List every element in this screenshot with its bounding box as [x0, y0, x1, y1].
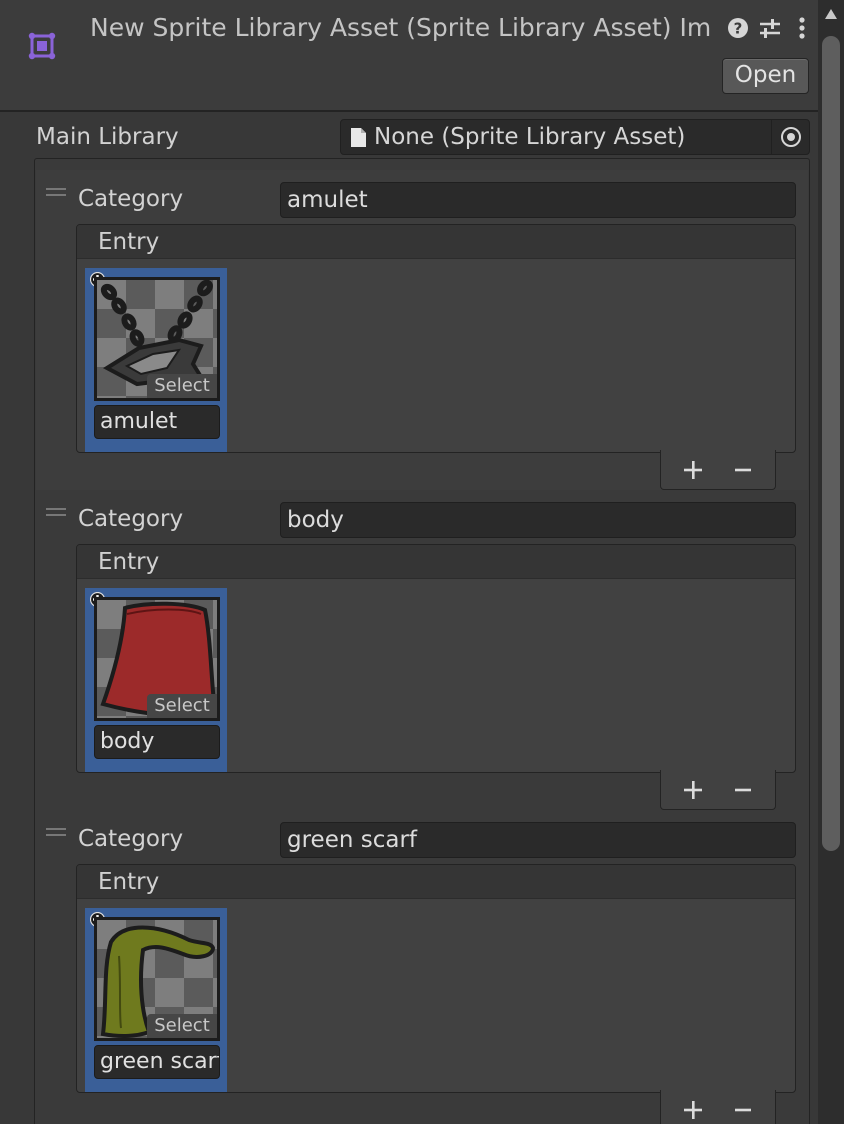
- minus-icon[interactable]: [731, 1098, 755, 1122]
- scrollbar-thumb[interactable]: [822, 36, 840, 851]
- inspector-header: New Sprite Library Asset (Sprite Library…: [0, 0, 818, 112]
- category-label: Category: [78, 506, 184, 532]
- entry-list: Entry Select amulet: [76, 224, 796, 453]
- list-footer: [660, 1090, 776, 1124]
- object-picker-icon: [781, 127, 801, 147]
- inspector-title: New Sprite Library Asset (Sprite Library…: [90, 13, 712, 42]
- category-item: Category green scarf Entry Select green …: [36, 810, 808, 1124]
- category-item: Category amulet Entry Select amulet: [36, 170, 808, 490]
- entry-list: Entry Select green scarf: [76, 864, 796, 1093]
- minus-icon[interactable]: [731, 778, 755, 802]
- plus-icon[interactable]: [681, 1098, 705, 1122]
- entry-item[interactable]: Select amulet: [85, 268, 227, 452]
- drag-handle-icon[interactable]: [46, 508, 66, 516]
- main-library-object-field[interactable]: None (Sprite Library Asset): [340, 119, 810, 155]
- select-button[interactable]: Select: [147, 374, 217, 398]
- drag-handle-icon[interactable]: [46, 828, 66, 836]
- plus-icon[interactable]: [681, 458, 705, 482]
- drag-handle-icon[interactable]: [46, 188, 66, 196]
- preset-sliders-icon[interactable]: [757, 15, 783, 41]
- object-picker-button[interactable]: [771, 120, 809, 154]
- entry-header: Entry: [77, 865, 795, 899]
- document-icon: [351, 128, 366, 147]
- vertical-scrollbar[interactable]: [818, 0, 844, 1124]
- scroll-up-arrow-icon[interactable]: [824, 8, 838, 20]
- entry-name-field[interactable]: green scarf: [94, 1045, 220, 1079]
- category-name-field[interactable]: body: [280, 502, 796, 538]
- category-name-field[interactable]: green scarf: [280, 822, 796, 858]
- main-library-label: Main Library: [36, 124, 179, 150]
- plus-icon[interactable]: [681, 778, 705, 802]
- select-button[interactable]: Select: [147, 694, 217, 718]
- entry-header: Entry: [77, 225, 795, 259]
- select-button[interactable]: Select: [147, 1014, 217, 1038]
- category-name-field[interactable]: amulet: [280, 182, 796, 218]
- main-library-value: None (Sprite Library Asset): [374, 124, 686, 150]
- sprite-library-asset-icon: [28, 32, 56, 60]
- entry-header: Entry: [77, 545, 795, 579]
- svg-text:?: ?: [734, 20, 743, 38]
- category-label: Category: [78, 826, 184, 852]
- help-icon[interactable]: ?: [725, 15, 751, 41]
- list-footer: [660, 450, 776, 490]
- open-button[interactable]: Open: [722, 58, 809, 94]
- entry-item[interactable]: Select green scarf: [85, 908, 227, 1092]
- sprite-thumbnail[interactable]: Select: [94, 277, 220, 401]
- kebab-menu-icon[interactable]: [789, 15, 815, 41]
- sprite-thumbnail[interactable]: Select: [94, 597, 220, 721]
- entry-list: Entry Select body: [76, 544, 796, 773]
- category-item: Category body Entry Select body: [36, 490, 808, 810]
- list-footer: [660, 770, 776, 810]
- category-label: Category: [78, 186, 184, 212]
- minus-icon[interactable]: [731, 458, 755, 482]
- sprite-thumbnail[interactable]: Select: [94, 917, 220, 1041]
- entry-name-field[interactable]: amulet: [94, 405, 220, 439]
- entry-item[interactable]: Select body: [85, 588, 227, 772]
- entry-name-field[interactable]: body: [94, 725, 220, 759]
